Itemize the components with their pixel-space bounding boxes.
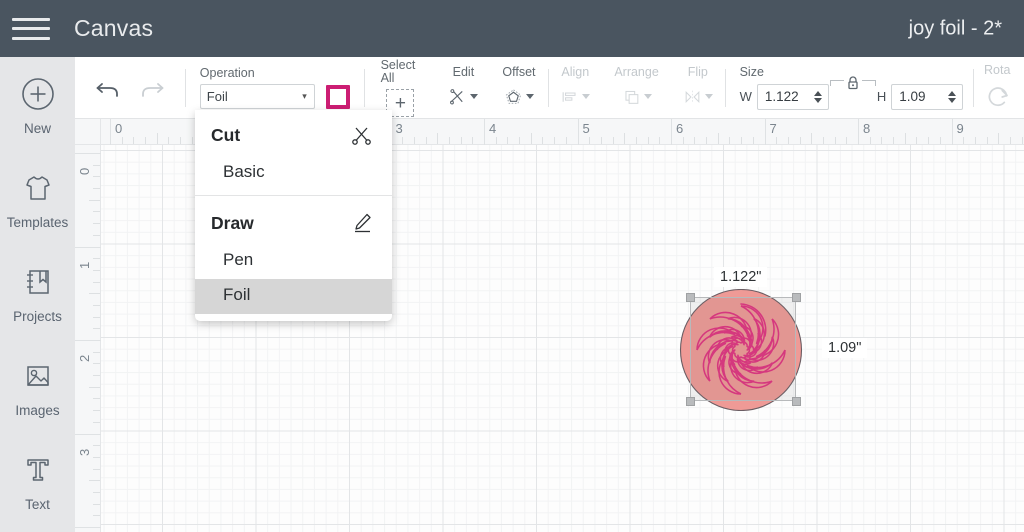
width-stepper[interactable] (813, 90, 822, 103)
flip-icon (685, 90, 700, 104)
offset-group: Offset (490, 57, 547, 119)
chevron-down-icon (643, 94, 652, 100)
undo-arrow-icon[interactable] (93, 73, 123, 103)
width-dimension-label: 1.122" (714, 267, 768, 287)
align-button (560, 84, 591, 110)
size-caption: Size (739, 65, 764, 80)
sidebar-item-label: Text (25, 496, 50, 512)
dropdown-option-basic[interactable]: Basic (195, 156, 392, 191)
plus-circle-icon (17, 73, 59, 115)
text-t-icon (17, 449, 59, 491)
offset-button[interactable] (504, 84, 534, 110)
operation-select[interactable]: Foil ▾ (199, 84, 315, 110)
chevron-down-icon (582, 94, 591, 100)
arrange-button (622, 84, 652, 110)
scissors-pen-icon (450, 88, 464, 105)
sidebar-item-projects[interactable]: Projects (0, 245, 75, 339)
align-caption: Align (561, 65, 590, 80)
offset-shape-icon (505, 89, 522, 104)
tshirt-icon (17, 167, 59, 209)
image-icon (17, 355, 59, 397)
dropdown-divider (195, 195, 392, 196)
arrange-caption: Arrange (614, 65, 659, 80)
lock-aspect-ratio-button[interactable] (829, 75, 876, 91)
align-group: Align (548, 57, 602, 119)
edit-button[interactable] (448, 84, 479, 110)
dropdown-group-title: Draw (211, 212, 254, 233)
pen-icon (355, 213, 371, 233)
edit-caption: Edit (452, 65, 475, 80)
notebook-bookmark-icon (17, 261, 59, 303)
size-group: Size W 1.122 H 1.09 (726, 57, 974, 119)
left-sidebar: New Templates Projects Images Text (0, 57, 75, 532)
page-title: Canvas (74, 15, 154, 41)
dropdown-option-pen[interactable]: Pen (195, 244, 392, 279)
height-label: H (876, 89, 887, 105)
project-title: joy foil - 2* (908, 17, 1002, 39)
height-input[interactable]: 1.09 (891, 83, 964, 110)
select-all-caption: Select All (380, 58, 416, 85)
selection-handle-top-right[interactable] (792, 293, 801, 302)
operation-dropdown-menu[interactable]: Cut Basic Draw Pen Foil (195, 110, 392, 321)
sidebar-item-templates[interactable]: Templates (0, 151, 75, 245)
flip-button (683, 84, 713, 110)
selection-handle-top-left[interactable] (686, 293, 695, 302)
offset-caption: Offset (502, 65, 536, 80)
sidebar-item-label: Images (15, 402, 60, 418)
chevron-down-icon (704, 94, 713, 100)
operation-value: Foil (206, 89, 228, 105)
sidebar-item-new[interactable]: New (0, 57, 75, 151)
sidebar-item-images[interactable]: Images (0, 339, 75, 433)
edit-group: Edit (436, 57, 490, 119)
selection-handle-bottom-right[interactable] (792, 397, 801, 406)
lock-icon (848, 76, 858, 89)
layers-icon (624, 90, 638, 104)
rotate-icon (984, 82, 1014, 112)
lock-bracket-right (861, 79, 876, 86)
height-value: 1.09 (899, 89, 926, 105)
top-bar: Canvas joy foil - 2* (0, 0, 1024, 57)
undo-redo-group (75, 57, 185, 119)
shapes-circle-icon (17, 527, 59, 532)
height-stepper[interactable] (948, 90, 957, 103)
sidebar-item-text[interactable]: Text (0, 433, 75, 527)
lock-bracket-left (829, 79, 844, 86)
height-dimension-label: 1.09" (822, 338, 868, 358)
operation-caption: Operation (199, 65, 255, 80)
sidebar-item-label: Templates (6, 214, 69, 230)
align-icon (562, 92, 576, 102)
sidebar-item-label: Projects (13, 308, 62, 324)
sidebar-item-shapes[interactable] (0, 527, 75, 532)
dropdown-group-header-cut: Cut (195, 110, 392, 156)
width-input[interactable]: 1.122 (756, 83, 829, 110)
chevron-down-icon (470, 94, 479, 100)
chevron-down-icon (525, 94, 534, 100)
selection-bounding-box[interactable] (690, 297, 796, 401)
sidebar-item-label: New (23, 120, 51, 136)
chevron-down-icon: ▾ (302, 91, 307, 102)
redo-arrow-icon[interactable] (137, 73, 167, 103)
flip-group: Flip (671, 57, 725, 119)
scissors-icon (352, 127, 371, 145)
plus-glyph: + (394, 92, 407, 114)
width-label: W (739, 89, 752, 105)
arrange-group: Arrange (602, 57, 670, 119)
selection-handle-bottom-left[interactable] (686, 397, 695, 406)
flip-caption: Flip (687, 65, 708, 80)
cricut-design-space-app: Canvas joy foil - 2* New Templates Proje… (0, 0, 1024, 532)
color-swatch-button[interactable] (325, 84, 350, 109)
rotate-caption: Rota (984, 63, 1011, 78)
dropdown-group-title: Cut (211, 124, 241, 145)
width-value: 1.122 (764, 89, 799, 105)
dropdown-option-foil[interactable]: Foil (195, 279, 392, 314)
rotate-group: Rota (974, 57, 1024, 119)
dropdown-group-header-draw: Draw (195, 198, 392, 244)
hamburger-menu-icon[interactable] (12, 15, 50, 43)
